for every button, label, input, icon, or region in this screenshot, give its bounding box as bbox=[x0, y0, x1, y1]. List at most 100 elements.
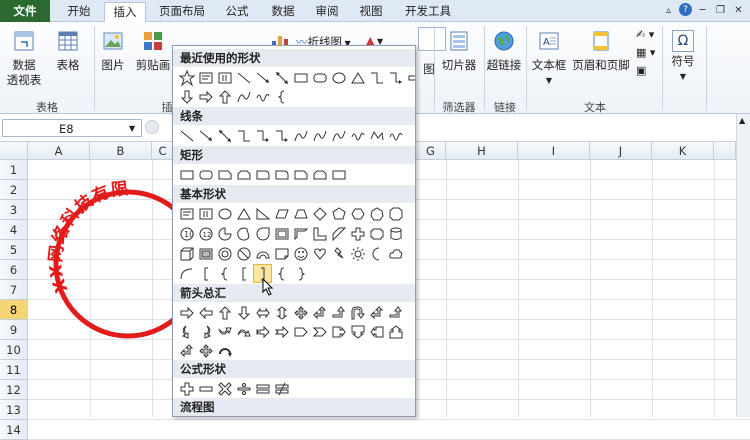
tab-insert[interactable]: 插入 bbox=[104, 2, 146, 23]
uparrow-shape-icon[interactable] bbox=[215, 303, 234, 322]
vtextbox-shape-icon[interactable] bbox=[215, 68, 234, 87]
curve-shape-icon[interactable] bbox=[329, 126, 348, 145]
scroll-up-icon[interactable]: ▲ bbox=[739, 116, 745, 125]
dblarrow-shape-icon[interactable] bbox=[272, 68, 291, 87]
pentarrow-shape-icon[interactable] bbox=[291, 322, 310, 341]
scribble-shape-icon[interactable] bbox=[253, 87, 272, 106]
picture-button[interactable]: 图片 bbox=[98, 30, 128, 73]
downarrow-shape-icon[interactable] bbox=[234, 303, 253, 322]
line-shape-icon[interactable] bbox=[177, 126, 196, 145]
curvedup-shape-icon[interactable] bbox=[215, 322, 234, 341]
lshape-shape-icon[interactable] bbox=[310, 224, 329, 243]
bentup-shape-icon[interactable] bbox=[329, 303, 348, 322]
scribble-shape-icon[interactable] bbox=[386, 126, 405, 145]
curve-shape-icon[interactable] bbox=[234, 87, 253, 106]
uturn-shape-icon[interactable] bbox=[348, 303, 367, 322]
symbol-button[interactable]: Ω 符号 ▼ bbox=[664, 30, 702, 84]
curveddown-shape-icon[interactable] bbox=[234, 322, 253, 341]
line-shape-icon[interactable] bbox=[234, 68, 253, 87]
uparrow-shape-icon[interactable] bbox=[215, 87, 234, 106]
column-header[interactable]: C bbox=[152, 142, 174, 160]
blockarc-shape-icon[interactable] bbox=[253, 244, 272, 263]
oval-shape-icon[interactable] bbox=[329, 68, 348, 87]
elbowarrow-shape-icon[interactable] bbox=[253, 126, 272, 145]
smile-shape-icon[interactable] bbox=[291, 244, 310, 263]
twelve-shape-icon[interactable]: 12 bbox=[196, 224, 215, 243]
elbowarrow-shape-icon[interactable] bbox=[272, 126, 291, 145]
row-header[interactable]: 4 bbox=[0, 220, 28, 240]
quad-shape-icon[interactable] bbox=[196, 341, 215, 360]
can-shape-icon[interactable] bbox=[386, 224, 405, 243]
donut-shape-icon[interactable] bbox=[215, 244, 234, 263]
leftup-shape-icon[interactable] bbox=[177, 341, 196, 360]
tab-developer[interactable]: 开发工具 bbox=[398, 2, 458, 22]
table-button[interactable]: 表格 bbox=[50, 30, 86, 73]
vtextbox-shape-icon[interactable] bbox=[196, 204, 215, 223]
eequal-shape-icon[interactable] bbox=[253, 379, 272, 398]
tab-data[interactable]: 数据 bbox=[266, 2, 300, 22]
tri-shape-icon[interactable] bbox=[348, 68, 367, 87]
rightarrow-shape-icon[interactable] bbox=[405, 68, 415, 87]
row-header[interactable]: 5 bbox=[0, 240, 28, 260]
row-header[interactable]: 11 bbox=[0, 360, 28, 380]
snip2-shape-icon[interactable] bbox=[234, 165, 253, 184]
dblarrow-shape-icon[interactable] bbox=[215, 126, 234, 145]
textbox-shape-icon[interactable] bbox=[177, 204, 196, 223]
pivot-table-button[interactable]: 数据 透视表 bbox=[4, 30, 44, 88]
arrowline-shape-icon[interactable] bbox=[253, 68, 272, 87]
bracket-shape-icon[interactable] bbox=[234, 264, 253, 283]
arc-shape-icon[interactable] bbox=[177, 264, 196, 283]
chevron-shape-icon[interactable] bbox=[310, 322, 329, 341]
curve-shape-icon[interactable] bbox=[310, 126, 329, 145]
column-header[interactable]: A bbox=[28, 142, 90, 160]
chord-shape-icon[interactable] bbox=[234, 224, 253, 243]
row-header[interactable]: 1 bbox=[0, 160, 28, 180]
leftup-shape-icon[interactable] bbox=[310, 303, 329, 322]
bolt-shape-icon[interactable] bbox=[329, 244, 348, 263]
row-header[interactable]: 13 bbox=[0, 400, 28, 420]
diamond-shape-icon[interactable] bbox=[310, 204, 329, 223]
textbox-shape-icon[interactable] bbox=[196, 68, 215, 87]
hexa-shape-icon[interactable] bbox=[348, 204, 367, 223]
notched-shape-icon[interactable] bbox=[272, 322, 291, 341]
curve-shape-icon[interactable] bbox=[291, 126, 310, 145]
row-header[interactable]: 10 bbox=[0, 340, 28, 360]
callleft-shape-icon[interactable] bbox=[367, 322, 386, 341]
rect-shape-icon[interactable] bbox=[177, 165, 196, 184]
eminus-shape-icon[interactable] bbox=[196, 379, 215, 398]
emult-shape-icon[interactable] bbox=[215, 379, 234, 398]
date-time-icon[interactable]: ▦ ▾ bbox=[636, 46, 655, 59]
para-shape-icon[interactable] bbox=[272, 204, 291, 223]
lrarrow-shape-icon[interactable] bbox=[253, 303, 272, 322]
row-header[interactable]: 6 bbox=[0, 260, 28, 280]
rrect-shape-icon[interactable] bbox=[310, 68, 329, 87]
frame-shape-icon[interactable] bbox=[272, 224, 291, 243]
rtri-shape-icon[interactable] bbox=[253, 204, 272, 223]
rect-shape-icon[interactable] bbox=[329, 165, 348, 184]
brace-shape-icon[interactable] bbox=[272, 264, 291, 283]
tab-file[interactable]: 文件 bbox=[0, 0, 50, 22]
oval-shape-icon[interactable] bbox=[215, 204, 234, 223]
header-footer-button[interactable]: 页眉和页脚 bbox=[570, 30, 632, 73]
elbow-shape-icon[interactable] bbox=[367, 68, 386, 87]
row-header[interactable]: 9 bbox=[0, 320, 28, 340]
object-icon[interactable]: ▣ bbox=[636, 64, 646, 77]
name-box[interactable]: E8 ▼ bbox=[2, 119, 142, 137]
tab-review[interactable]: 审阅 bbox=[310, 2, 344, 22]
brace-shape-icon[interactable] bbox=[215, 264, 234, 283]
ribbon-collapse-icon[interactable]: ▵ bbox=[661, 3, 676, 18]
fold-shape-icon[interactable] bbox=[272, 244, 291, 263]
close-icon[interactable]: ✕ bbox=[731, 3, 746, 18]
rightarrow-shape-icon[interactable] bbox=[196, 87, 215, 106]
bevel-shape-icon[interactable] bbox=[196, 244, 215, 263]
arrowline-shape-icon[interactable] bbox=[196, 126, 215, 145]
heart-shape-icon[interactable] bbox=[310, 244, 329, 263]
column-header[interactable]: H bbox=[446, 142, 518, 160]
rrect-shape-icon[interactable] bbox=[196, 165, 215, 184]
scribble-shape-icon[interactable] bbox=[348, 126, 367, 145]
nosym-shape-icon[interactable] bbox=[234, 244, 253, 263]
downarrow-shape-icon[interactable] bbox=[177, 87, 196, 106]
rect-shape-icon[interactable] bbox=[291, 68, 310, 87]
column-header[interactable]: I bbox=[518, 142, 590, 160]
star-shape-icon[interactable] bbox=[177, 68, 196, 87]
